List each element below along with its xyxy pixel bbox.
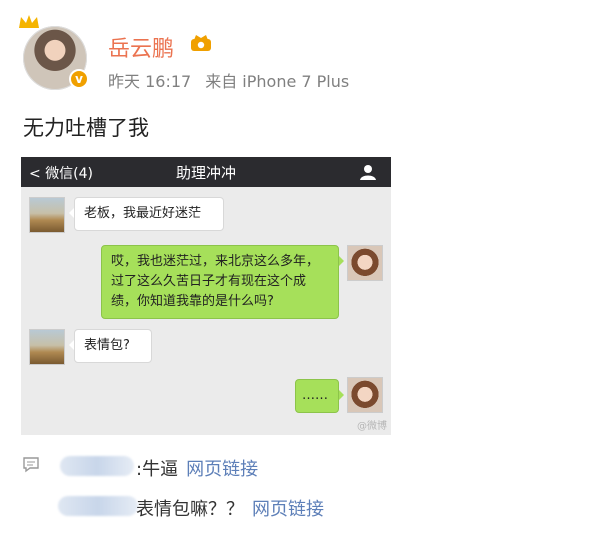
receiver-avatar	[347, 245, 383, 281]
chat-message: ……	[295, 379, 344, 413]
post-meta: 昨天 16:17 来自 iPhone 7 Plus	[108, 68, 349, 92]
chat-screenshot-image[interactable]: < 微信(4) 助理冲冲 老板，我最近好迷茫 哎，我也迷茫过，来北京这么多年，过…	[21, 157, 391, 435]
username[interactable]: 岳云鹏	[108, 31, 174, 63]
comment-text: 表情包嘛？？	[136, 499, 244, 520]
web-link[interactable]: 网页链接	[252, 499, 324, 520]
verified-badge-icon: v	[69, 69, 89, 89]
comment-text: :牛逼	[136, 459, 179, 480]
comment-item: :牛逼 网页链接	[136, 455, 258, 481]
crown-icon	[19, 15, 39, 28]
web-link[interactable]: 网页链接	[186, 459, 258, 480]
watermark: @微博	[357, 421, 387, 432]
sender-avatar	[29, 197, 65, 233]
post-source: 来自 iPhone 7 Plus	[205, 72, 350, 91]
comments-section: :牛逼 网页链接 表情包嘛？？ 网页链接	[0, 448, 599, 536]
person-icon	[360, 165, 376, 180]
chat-message: 哎，我也迷茫过，来北京这么多年，过了这么久苦日子才有现在这个成绩，你知道我靠的是…	[101, 245, 344, 319]
post-header: v 岳云鹏 昨天 16:17 来自 iPhone 7 Plus	[0, 0, 599, 100]
comment-icon	[23, 457, 39, 473]
chat-title-bar: < 微信(4) 助理冲冲	[21, 157, 391, 187]
comment-item: 表情包嘛？？ 网页链接	[136, 495, 324, 521]
vip-crown-icon[interactable]	[190, 33, 212, 53]
post-time[interactable]: 昨天 16:17	[108, 72, 191, 91]
chat-title: 助理冲冲	[175, 164, 236, 182]
chat-message: 老板，我最近好迷茫	[69, 197, 224, 231]
chat-message: 表情包?	[69, 329, 152, 363]
post-text: 无力吐槽了我	[23, 116, 149, 140]
comment-author-blurred[interactable]	[58, 496, 138, 516]
sender-avatar	[29, 329, 65, 365]
receiver-avatar	[347, 377, 383, 413]
comment-author-blurred[interactable]	[60, 456, 134, 476]
